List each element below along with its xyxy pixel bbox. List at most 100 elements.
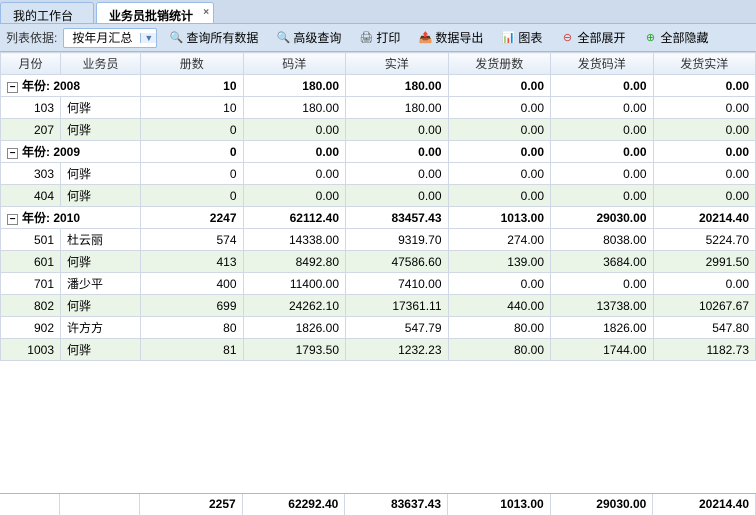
group-total: 0: [141, 141, 244, 163]
cell-value: 699: [141, 295, 244, 317]
cell-value: 2991.50: [653, 251, 756, 273]
button-label: 打印: [376, 29, 400, 46]
print-button[interactable]: 🖨 打印: [353, 27, 406, 48]
cell-month: 103: [1, 97, 61, 119]
group-total: 0.00: [346, 141, 449, 163]
expand-all-button[interactable]: ⊖ 全部展开: [554, 27, 631, 48]
group-total: 0.00: [653, 75, 756, 97]
table-row[interactable]: 207何骅00.000.000.000.000.00: [1, 119, 756, 141]
cell-value: 0: [141, 163, 244, 185]
cell-value: 17361.11: [346, 295, 449, 317]
col-salesperson[interactable]: 业务员: [61, 53, 141, 75]
cell-value: 0.00: [243, 119, 346, 141]
cell-value: 0: [141, 119, 244, 141]
cell-value: 80.00: [448, 317, 551, 339]
cell-value: 0.00: [346, 119, 449, 141]
cell-value: 440.00: [448, 295, 551, 317]
tab-bar: 我的工作台 业务员批销统计 ×: [0, 0, 756, 24]
group-total: 2247: [141, 207, 244, 229]
collapse-all-button[interactable]: ⊕ 全部隐藏: [637, 27, 714, 48]
footer-code: 62292.40: [243, 494, 346, 515]
col-ship-code[interactable]: 发货码洋: [551, 53, 654, 75]
cell-value: 0.00: [551, 163, 654, 185]
group-row[interactable]: −年份: 2010224762112.4083457.431013.002903…: [1, 207, 756, 229]
cell-value: 547.80: [653, 317, 756, 339]
cell-value: 10267.67: [653, 295, 756, 317]
cell-month: 207: [1, 119, 61, 141]
query-all-button[interactable]: 🔍 查询所有数据: [163, 27, 264, 48]
chart-icon: 📊: [501, 31, 515, 45]
cell-value: 0.00: [551, 97, 654, 119]
chevron-down-icon: ▼: [140, 33, 156, 43]
table-row[interactable]: 501杜云丽57414338.009319.70274.008038.00522…: [1, 229, 756, 251]
footer-blank: [0, 494, 60, 515]
group-total: 180.00: [243, 75, 346, 97]
cell-value: 0.00: [653, 273, 756, 295]
table-row[interactable]: 701潘少平40011400.007410.000.000.000.00: [1, 273, 756, 295]
group-by-dropdown[interactable]: 按年月汇总 ▼: [63, 28, 157, 48]
cell-value: 574: [141, 229, 244, 251]
col-code-price[interactable]: 码洋: [243, 53, 346, 75]
cell-value: 0.00: [653, 185, 756, 207]
cell-value: 400: [141, 273, 244, 295]
collapse-icon[interactable]: −: [7, 148, 18, 159]
group-row[interactable]: −年份: 200900.000.000.000.000.00: [1, 141, 756, 163]
group-total: 29030.00: [551, 207, 654, 229]
table-row[interactable]: 1003何骅811793.501232.2380.001744.001182.7…: [1, 339, 756, 361]
cell-value: 9319.70: [346, 229, 449, 251]
cell-value: 10: [141, 97, 244, 119]
group-row[interactable]: −年份: 200810180.00180.000.000.000.00: [1, 75, 756, 97]
col-ship-actual[interactable]: 发货实洋: [653, 53, 756, 75]
cell-value: 1793.50: [243, 339, 346, 361]
tab-workbench[interactable]: 我的工作台: [0, 2, 94, 23]
table-row[interactable]: 103何骅10180.00180.000.000.000.00: [1, 97, 756, 119]
chart-button[interactable]: 📊 图表: [495, 27, 548, 48]
cell-value: 81: [141, 339, 244, 361]
header-row: 月份 业务员 册数 码洋 实洋 发货册数 发货码洋 发货实洋: [1, 53, 756, 75]
export-button[interactable]: 📤 数据导出: [412, 27, 489, 48]
col-actual-price[interactable]: 实洋: [346, 53, 449, 75]
cell-salesperson: 何骅: [61, 295, 141, 317]
group-label: −年份: 2009: [1, 141, 141, 163]
footer-ship-copies: 1013.00: [448, 494, 551, 515]
cell-value: 0.00: [551, 185, 654, 207]
table-row[interactable]: 404何骅00.000.000.000.000.00: [1, 185, 756, 207]
cell-value: 5224.70: [653, 229, 756, 251]
tab-sales-stats[interactable]: 业务员批销统计 ×: [96, 2, 214, 23]
cell-value: 0.00: [653, 97, 756, 119]
group-total: 0.00: [653, 141, 756, 163]
table-row[interactable]: 601何骅4138492.8047586.60139.003684.002991…: [1, 251, 756, 273]
cell-salesperson: 何骅: [61, 339, 141, 361]
button-label: 全部展开: [577, 29, 625, 46]
group-total: 1013.00: [448, 207, 551, 229]
cell-value: 7410.00: [346, 273, 449, 295]
col-ship-copies[interactable]: 发货册数: [448, 53, 551, 75]
collapse-icon[interactable]: −: [7, 214, 18, 225]
group-total: 0.00: [448, 141, 551, 163]
table-row[interactable]: 303何骅00.000.000.000.000.00: [1, 163, 756, 185]
cell-value: 180.00: [346, 97, 449, 119]
cell-value: 413: [141, 251, 244, 273]
table-row[interactable]: 802何骅69924262.1017361.11440.0013738.0010…: [1, 295, 756, 317]
cell-value: 139.00: [448, 251, 551, 273]
cell-value: 11400.00: [243, 273, 346, 295]
table-row[interactable]: 902许方方801826.00547.7980.001826.00547.80: [1, 317, 756, 339]
col-month[interactable]: 月份: [1, 53, 61, 75]
cell-salesperson: 杜云丽: [61, 229, 141, 251]
cell-value: 24262.10: [243, 295, 346, 317]
close-icon[interactable]: ×: [203, 7, 209, 18]
col-copies[interactable]: 册数: [141, 53, 244, 75]
cell-salesperson: 何骅: [61, 185, 141, 207]
advanced-query-button[interactable]: 🔍 高级查询: [270, 27, 347, 48]
tab-label: 业务员批销统计: [109, 9, 193, 23]
footer-ship-code: 29030.00: [551, 494, 654, 515]
print-icon: 🖨: [359, 31, 373, 45]
cell-value: 0.00: [243, 185, 346, 207]
group-total: 20214.40: [653, 207, 756, 229]
cell-month: 1003: [1, 339, 61, 361]
minus-circle-icon: ⊖: [560, 31, 574, 45]
cell-value: 0.00: [448, 119, 551, 141]
collapse-icon[interactable]: −: [7, 82, 18, 93]
group-total: 180.00: [346, 75, 449, 97]
data-grid[interactable]: 月份 业务员 册数 码洋 实洋 发货册数 发货码洋 发货实洋 −年份: 2008…: [0, 52, 756, 493]
